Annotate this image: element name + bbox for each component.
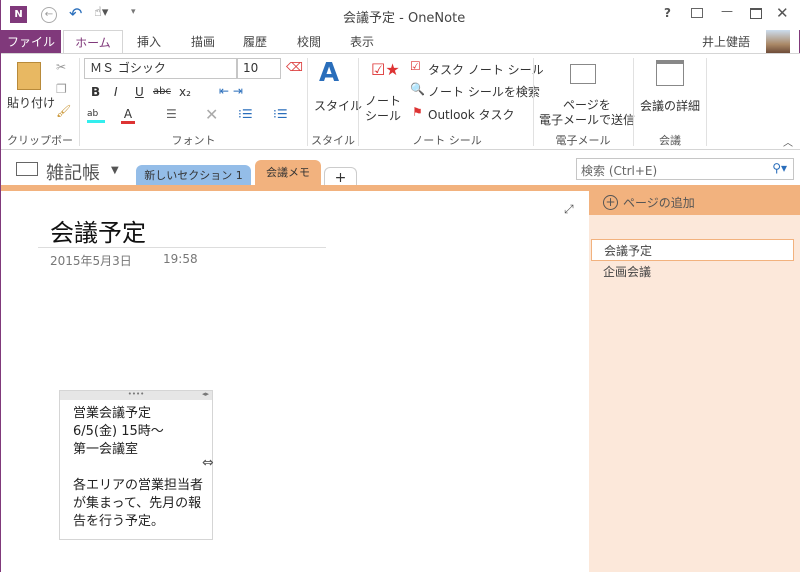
note-line[interactable]: 各エリアの営業担当者	[73, 477, 212, 495]
bullets-icon[interactable]: ⁝☰	[238, 107, 253, 121]
page-date: 2015年5月3日	[50, 254, 132, 268]
find-tags-icon: 🔍	[410, 82, 425, 96]
title-underline	[38, 247, 326, 248]
font-name-select[interactable]: ＭＳ ゴシック	[84, 58, 237, 79]
onenote-logo-icon: N	[10, 6, 27, 23]
title-bar: N ← ↶ ☝▾ ▾ 会議予定 - OneNote ? — ✕	[1, 0, 800, 30]
tab-file[interactable]: ファイル	[1, 30, 61, 54]
customize-qat-icon[interactable]: ▾	[131, 7, 136, 17]
notebook-name[interactable]: 雑記帳	[46, 159, 100, 185]
indent-icon[interactable]: ⇤ ⇥	[219, 84, 243, 98]
ribbon: 貼り付け ✂ ❐ 🖌 クリップボード ＭＳ ゴシック 10 ⌫ B I U ab…	[1, 53, 800, 163]
tab-view[interactable]: 表示	[342, 30, 382, 54]
group-label-email: 電子メール	[555, 134, 611, 147]
note-line[interactable]: が集まって、先月の報	[73, 495, 212, 513]
notebook-bar: 雑記帳 ▼ 検索 (Ctrl+E) ⚲▾	[1, 150, 800, 188]
styles-icon: A	[319, 58, 340, 88]
page-item[interactable]: 企画会議	[591, 261, 794, 283]
strikethrough-button[interactable]: abc	[153, 86, 171, 97]
notebook-icon	[16, 162, 38, 176]
group-label-meetings: 会議	[659, 134, 681, 147]
note-line[interactable]: 6/5(金) 15時～	[73, 423, 212, 441]
tab-history[interactable]: 履歴	[235, 30, 275, 54]
meeting-details-button[interactable]: 会議の詳細	[640, 97, 700, 114]
tab-review[interactable]: 校閲	[289, 30, 329, 54]
email-button-line2[interactable]: 電子メールで送信	[539, 111, 635, 128]
tab-draw[interactable]: 描画	[181, 30, 225, 54]
note-line[interactable]: 告を行う予定。	[73, 513, 212, 531]
user-name[interactable]: 井上健語	[696, 30, 756, 54]
notebook-dropdown-icon[interactable]: ▼	[111, 165, 119, 176]
clear-format-icon[interactable]: ⌫	[286, 60, 303, 74]
group-label-style: スタイル	[311, 134, 355, 147]
group-label-font: フォント	[171, 134, 216, 147]
envelope-icon	[570, 64, 596, 84]
page-title[interactable]: 会議予定	[50, 213, 146, 248]
touch-mode-icon[interactable]: ☝▾	[94, 5, 108, 20]
group-label-tags: ノート シール	[412, 134, 482, 147]
window-title: 会議予定 - OneNote	[343, 11, 466, 26]
font-size-select[interactable]: 10	[237, 58, 281, 79]
format-painter-icon[interactable]: 🖌	[56, 104, 71, 118]
search-box[interactable]: 検索 (Ctrl+E) ⚲▾	[576, 158, 794, 180]
search-icon[interactable]: ⚲▾	[772, 161, 787, 175]
note-line[interactable]	[73, 459, 212, 477]
outlook-tasks-button[interactable]: Outlook タスク	[428, 106, 515, 123]
meeting-details-icon	[656, 60, 684, 86]
find-tags-button[interactable]: ノート シールを検索	[428, 83, 540, 100]
styles-button[interactable]: スタイル	[314, 97, 362, 114]
paste-button[interactable]: 貼り付け	[7, 94, 55, 111]
note-container[interactable]: •••• ◂▸ 営業会議予定 6/5(金) 15時～ 第一会議室 各エリアの営業担…	[59, 390, 213, 540]
avatar[interactable]	[766, 30, 790, 54]
add-section-button[interactable]: +	[324, 167, 357, 187]
section-tab-active[interactable]: 会議メモ	[255, 160, 321, 187]
maximize-button[interactable]	[750, 8, 762, 19]
note-resize-arrows-icon[interactable]: ◂▸	[202, 391, 209, 398]
paste-icon	[17, 62, 41, 90]
page-time: 19:58	[163, 252, 198, 266]
undo-icon[interactable]: ↶	[69, 4, 82, 23]
note-line[interactable]: 第一会議室	[73, 441, 212, 459]
minimize-button[interactable]: —	[721, 4, 733, 18]
tab-insert[interactable]: 挿入	[129, 30, 169, 54]
section-tab[interactable]: 新しいセクション 1	[136, 165, 251, 187]
cut-icon[interactable]: ✂	[56, 60, 66, 74]
italic-button[interactable]: I	[114, 85, 118, 99]
subscript-button[interactable]: x₂	[179, 85, 191, 99]
numbering-icon[interactable]: ⁝☰	[273, 107, 288, 121]
fullpage-expand-icon[interactable]: ⤢	[564, 202, 574, 217]
font-color-icon[interactable]: A	[121, 107, 135, 124]
bold-button[interactable]: B	[91, 85, 100, 99]
add-page-button[interactable]: + ページの追加	[589, 191, 800, 215]
note-drag-handle[interactable]: •••• ◂▸	[60, 391, 212, 400]
note-tags-button[interactable]: ノート シール	[365, 94, 401, 124]
delete-icon[interactable]: ✕	[205, 105, 218, 124]
flag-icon: ⚑	[412, 105, 423, 119]
back-icon[interactable]: ←	[41, 7, 57, 23]
add-circle-icon: +	[603, 195, 618, 210]
underline-button[interactable]: U	[135, 85, 144, 99]
copy-icon[interactable]: ❐	[56, 82, 67, 96]
help-button[interactable]: ?	[664, 6, 671, 20]
add-page-label: ページの追加	[623, 196, 695, 210]
align-icon[interactable]: ☰	[166, 107, 177, 121]
task-checkbox-icon: ☑	[410, 59, 421, 73]
resize-cursor-icon: ⇔	[202, 455, 214, 471]
search-input[interactable]: 検索 (Ctrl+E)	[581, 162, 657, 179]
ribbon-display-button[interactable]	[691, 8, 703, 18]
task-tag-button[interactable]: タスク ノート シール	[428, 61, 544, 78]
page-item-active[interactable]: 会議予定	[591, 239, 794, 261]
note-tag-icon: ☑★	[371, 60, 400, 79]
note-line[interactable]: 営業会議予定	[73, 405, 212, 423]
highlight-icon[interactable]: ab	[87, 109, 105, 123]
ribbon-tabs: ファイル ホーム 挿入 描画 履歴 校閲 表示 井上健語	[1, 30, 800, 54]
tab-home[interactable]: ホーム	[63, 30, 123, 54]
collapse-ribbon-icon[interactable]: ︿	[783, 134, 793, 149]
close-button[interactable]: ✕	[776, 4, 789, 22]
